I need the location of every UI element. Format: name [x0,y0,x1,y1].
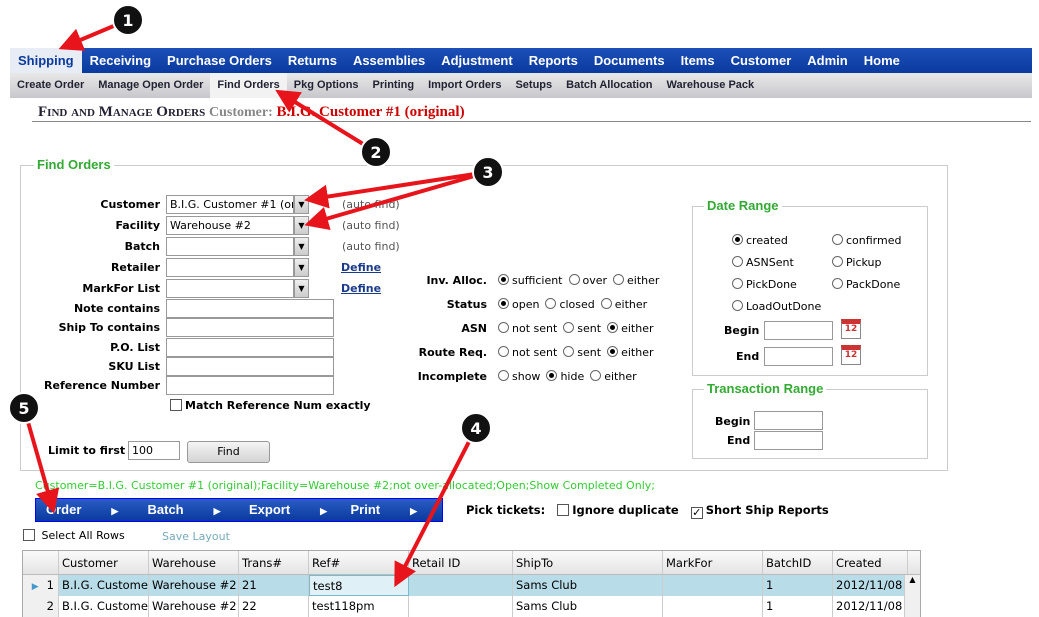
callout-arrow [304,170,489,231]
callout-arrow [275,89,378,154]
callout-number: 4 [470,419,481,438]
callout-arrow [394,427,478,588]
callout-number: 5 [18,399,29,418]
callout-number: 3 [482,163,493,182]
callout-arrow [304,170,489,209]
callout-number: 1 [122,11,133,30]
callout-number: 2 [370,143,381,162]
callout-overlay: 1 2 3 4 5 [8,4,504,588]
